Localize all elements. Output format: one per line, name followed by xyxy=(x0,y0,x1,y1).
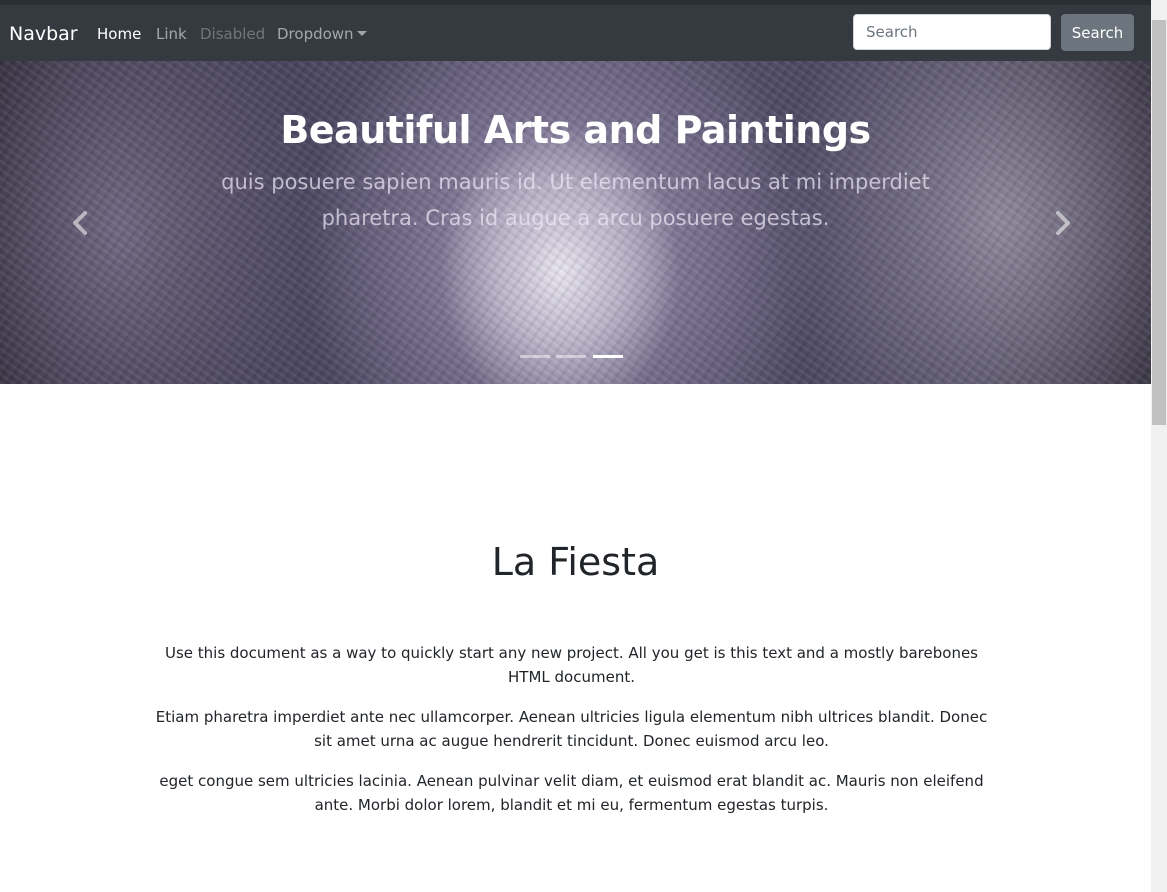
nav-dropdown-label: Dropdown xyxy=(277,25,354,43)
nav-link-link[interactable]: Link xyxy=(156,24,187,44)
page-heading: La Fiesta xyxy=(491,540,660,584)
paragraph-3: eget congue sem ultricies lacinia. Aenea… xyxy=(159,772,984,814)
page: Navbar Home Link Disabled Dropdown Searc… xyxy=(0,0,1151,892)
chevron-left-icon xyxy=(73,211,87,235)
carousel-indicators xyxy=(520,355,630,359)
search-input[interactable] xyxy=(853,14,1051,50)
paragraph-1: Use this document as a way to quickly st… xyxy=(164,644,979,686)
carousel-indicator-2[interactable] xyxy=(556,355,586,358)
carousel-indicator-1[interactable] xyxy=(520,355,550,358)
carousel-caption-text: quis posuere sapien mauris id. Ut elemen… xyxy=(221,170,930,230)
scrollbar-thumb[interactable] xyxy=(1152,20,1166,425)
chevron-right-icon xyxy=(1056,211,1070,235)
carousel-next-button[interactable] xyxy=(1043,201,1083,245)
carousel-caption-title: Beautiful Arts and Paintings xyxy=(280,108,871,152)
caret-down-icon xyxy=(356,31,367,36)
search-button[interactable]: Search xyxy=(1061,14,1134,51)
carousel-prev-button[interactable] xyxy=(60,201,100,245)
navbar-brand[interactable]: Navbar xyxy=(9,22,78,46)
nav-dropdown-toggle[interactable]: Dropdown xyxy=(277,24,367,44)
hero-carousel: Beautiful Arts and Paintings quis posuer… xyxy=(0,61,1151,384)
carousel-indicator-3-active[interactable] xyxy=(593,355,623,358)
navbar: Navbar Home Link Disabled Dropdown Searc… xyxy=(0,5,1151,61)
nav-link-home[interactable]: Home xyxy=(97,24,141,44)
nav-link-disabled: Disabled xyxy=(200,25,266,43)
paragraph-2: Etiam pharetra imperdiet ante nec ullamc… xyxy=(155,708,988,750)
